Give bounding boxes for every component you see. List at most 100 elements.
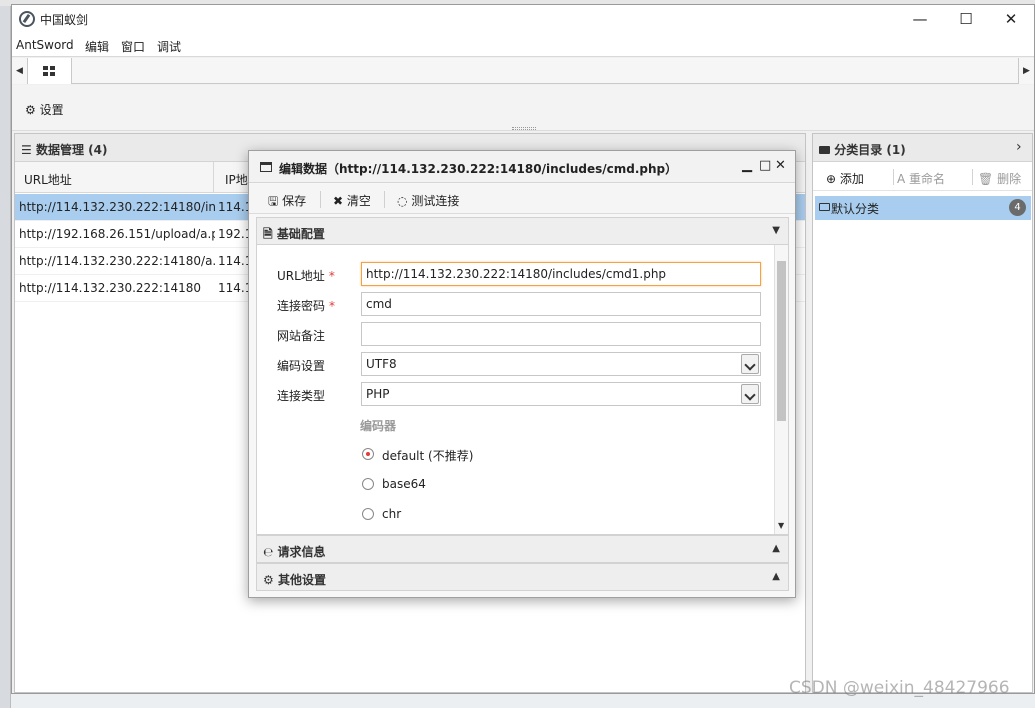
url-input[interactable]: http://114.132.230.222:14180/includes/cm… — [361, 262, 761, 286]
section-other-settings[interactable]: ⚙ 其他设置 ▲ — [256, 563, 789, 591]
chevron-down-icon — [741, 354, 759, 374]
menu-debug[interactable]: 调试 — [157, 38, 181, 55]
delete-label: 删除 — [997, 172, 1022, 186]
cogs-icon: ⚙ — [263, 573, 274, 587]
tab-home[interactable] — [28, 58, 72, 84]
type-value: PHP — [366, 387, 390, 401]
section-basic-config[interactable]: 🗎 基础配置 ▼ — [256, 217, 789, 245]
dialog-close-icon[interactable]: ✕ — [775, 158, 786, 173]
tab-bar: ◀ ▶ — [12, 58, 1034, 84]
radio-encoder-default[interactable] — [362, 448, 374, 460]
radio-encoder-base64[interactable] — [362, 478, 374, 490]
section-request-info[interactable]: ℮ 请求信息 ▲ — [256, 535, 789, 563]
panel-resize-grip[interactable] — [512, 127, 536, 130]
settings-button[interactable]: ⚙ 设置 — [25, 101, 64, 118]
menu-bar: AntSword 编辑 窗口 调试 — [12, 33, 1034, 57]
category-toolbar: ⊕ 添加 A 重命名 🗑 删除 — [813, 163, 1032, 191]
spinner-icon: ◌ — [397, 194, 408, 208]
folder-open-icon — [819, 203, 830, 211]
cell-url: http://114.132.230.222:14180/inc — [19, 200, 215, 214]
add-label: 添加 — [839, 172, 864, 186]
window-title: 中国蚁剑 — [40, 13, 89, 27]
rename-category-button[interactable]: A 重命名 — [897, 170, 945, 187]
dialog-minimize-icon[interactable]: ▁ — [742, 158, 752, 173]
column-ip[interactable]: IP地 — [225, 171, 248, 188]
password-input[interactable]: cmd — [361, 292, 761, 316]
menu-antsword[interactable]: AntSword — [16, 38, 74, 52]
dialog-titlebar[interactable]: 编辑数据（http://114.132.230.222:14180/includ… — [249, 151, 795, 183]
encoding-label: 编码设置 — [277, 359, 326, 373]
url-label: URL地址 * — [277, 269, 335, 283]
tab-scroll-right-icon[interactable]: ▶ — [1018, 58, 1034, 84]
window-titlebar: 中国蚁剑 — ☐ ✕ — [12, 5, 1034, 33]
category-count-badge: 4 — [1009, 199, 1026, 216]
save-label: 保存 — [282, 194, 307, 208]
toolbar-divider — [384, 191, 385, 208]
chevron-right-icon[interactable]: › — [1016, 139, 1022, 155]
category-item-default[interactable]: 默认分类 4 — [815, 196, 1031, 220]
toolbar-divider — [320, 191, 321, 208]
encoder-base64-label[interactable]: base64 — [382, 477, 426, 491]
column-url[interactable]: URL地址 — [24, 171, 72, 188]
type-label: 连接类型 — [277, 389, 326, 403]
chevron-down-icon: ▼ — [772, 225, 780, 236]
cell-url: http://114.132.230.222:14180 — [19, 281, 202, 295]
dialog-title: 编辑数据（http://114.132.230.222:14180/includ… — [279, 162, 678, 176]
column-divider[interactable] — [213, 162, 214, 193]
section-basic-label: 基础配置 — [276, 227, 325, 241]
category-panel-header: 分类目录 (1) › — [813, 134, 1032, 162]
edit-data-dialog: 编辑数据（http://114.132.230.222:14180/includ… — [248, 150, 796, 598]
save-button[interactable]: 🖫 保存 — [268, 192, 306, 213]
clear-label: 清空 — [346, 194, 371, 208]
basic-config-form: URL地址 * http://114.132.230.222:14180/incl… — [256, 245, 789, 535]
window-icon — [260, 162, 272, 172]
font-icon: A — [897, 172, 906, 186]
list-icon: ☰ — [21, 143, 32, 157]
radio-encoder-chr[interactable] — [362, 508, 374, 520]
antsword-logo-icon — [19, 11, 35, 27]
settings-label: 设置 — [39, 103, 64, 117]
scrollbar-thumb[interactable] — [777, 261, 786, 421]
trash-icon: 🗑 — [978, 172, 994, 186]
cell-url: http://192.168.26.151/upload/a.p — [19, 227, 215, 241]
grid-icon — [43, 66, 55, 76]
data-panel-title: 数据管理 (4) — [35, 143, 108, 157]
dialog-toolbar: 🖫 保存 ✖ 清空 ◌ 测试连接 — [249, 184, 795, 214]
chevron-up-icon: ▲ — [772, 571, 780, 582]
category-panel-title: 分类目录 (1) — [834, 143, 906, 157]
note-input[interactable] — [361, 322, 761, 346]
edge-icon: ℮ — [263, 545, 274, 559]
dialog-maximize-icon[interactable]: □ — [759, 158, 771, 173]
encoder-default-label[interactable]: default (不推荐) — [382, 447, 473, 464]
password-label: 连接密码 * — [277, 299, 336, 313]
menu-edit[interactable]: 编辑 — [85, 38, 109, 55]
tab-scroll-left-icon[interactable]: ◀ — [12, 58, 28, 84]
floppy-icon: 🖫 — [268, 194, 279, 208]
delete-category-button[interactable]: 🗑 删除 — [978, 170, 1021, 187]
clear-button[interactable]: ✖ 清空 — [333, 192, 371, 209]
encoder-legend: 编码器 — [360, 419, 397, 433]
menu-window[interactable]: 窗口 — [121, 38, 145, 55]
maximize-button[interactable]: ☐ — [943, 5, 989, 33]
chevron-down-icon — [741, 384, 759, 404]
type-select[interactable]: PHP — [361, 382, 761, 406]
minimize-button[interactable]: — — [897, 5, 943, 33]
form-scrollbar[interactable]: ▼ — [774, 245, 788, 534]
rename-label: 重命名 — [909, 172, 946, 186]
close-button[interactable]: ✕ — [988, 5, 1034, 33]
scroll-down-icon[interactable]: ▼ — [778, 521, 784, 530]
add-category-button[interactable]: ⊕ 添加 — [826, 170, 864, 187]
encoder-chr-label[interactable]: chr — [382, 507, 401, 521]
test-connection-button[interactable]: ◌ 测试连接 — [397, 192, 459, 209]
test-connection-label: 测试连接 — [411, 194, 460, 208]
folder-icon — [819, 146, 830, 154]
toolbar-divider — [972, 169, 973, 185]
required-mark: * — [328, 269, 335, 283]
toolbar-divider — [893, 169, 894, 185]
plus-circle-icon: ⊕ — [826, 172, 837, 186]
cell-url: http://114.132.230.222:14180/a.p — [19, 254, 215, 268]
encoding-select[interactable]: UTF8 — [361, 352, 761, 376]
required-mark: * — [329, 299, 336, 313]
category-item-label: 默认分类 — [831, 202, 880, 216]
chevron-up-icon: ▲ — [772, 543, 780, 554]
